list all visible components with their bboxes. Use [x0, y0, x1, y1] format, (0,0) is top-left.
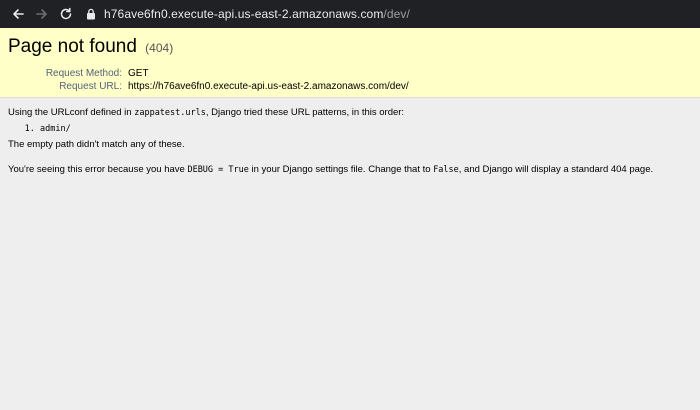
- error-info: Using the URLconf defined in zappatest.u…: [0, 98, 700, 177]
- reload-icon[interactable]: [56, 4, 76, 24]
- url-path: /dev/: [383, 7, 410, 21]
- urlconf-prefix: Using the URLconf defined in: [8, 107, 135, 118]
- urlconf-suffix: , Django tried these URL patterns, in th…: [205, 107, 405, 118]
- page-title: Page not found (404): [8, 36, 692, 59]
- debug-suffix: , and Django will display a standard 404…: [458, 164, 654, 175]
- request-meta-table: Request Method: GET Request URL: https:/…: [8, 67, 409, 93]
- debug-sentence: You're seeing this error because you hav…: [8, 163, 692, 177]
- lock-icon[interactable]: [86, 8, 96, 20]
- debug-prefix: You're seeing this error because you hav…: [8, 164, 188, 175]
- url-pattern-item: admin/: [40, 123, 692, 135]
- debug-setting: DEBUG = True: [187, 165, 249, 175]
- no-match-message: The empty path didn't match any of these…: [8, 139, 185, 150]
- url-host: h76ave6fn0.execute-api.us-east-2.amazona…: [104, 7, 384, 21]
- request-url-row: Request URL: https://h76ave6fn0.execute-…: [8, 80, 409, 93]
- debug-middle: in your Django settings file. Change tha…: [248, 164, 434, 175]
- request-method-label: Request Method:: [45, 68, 122, 79]
- forward-arrow-icon[interactable]: [32, 4, 52, 24]
- error-summary: Page not found (404) Request Method: GET…: [0, 28, 700, 98]
- page-title-text: Page not found: [8, 36, 137, 57]
- request-url-label: Request URL:: [59, 81, 122, 92]
- browser-toolbar: h76ave6fn0.execute-api.us-east-2.amazona…: [0, 0, 700, 28]
- urlconf-sentence: Using the URLconf defined in zappatest.u…: [8, 106, 692, 120]
- request-method-row: Request Method: GET: [8, 67, 409, 80]
- address-bar[interactable]: h76ave6fn0.execute-api.us-east-2.amazona…: [86, 3, 692, 25]
- urlconf-module: zappatest.urls: [134, 108, 206, 118]
- back-arrow-icon[interactable]: [8, 4, 28, 24]
- status-code: (404): [145, 41, 174, 55]
- request-url-value: https://h76ave6fn0.execute-api.us-east-2…: [128, 81, 409, 92]
- url-patterns-list: admin/: [8, 123, 692, 135]
- request-method-value: GET: [128, 68, 149, 79]
- debug-false: False: [433, 165, 459, 175]
